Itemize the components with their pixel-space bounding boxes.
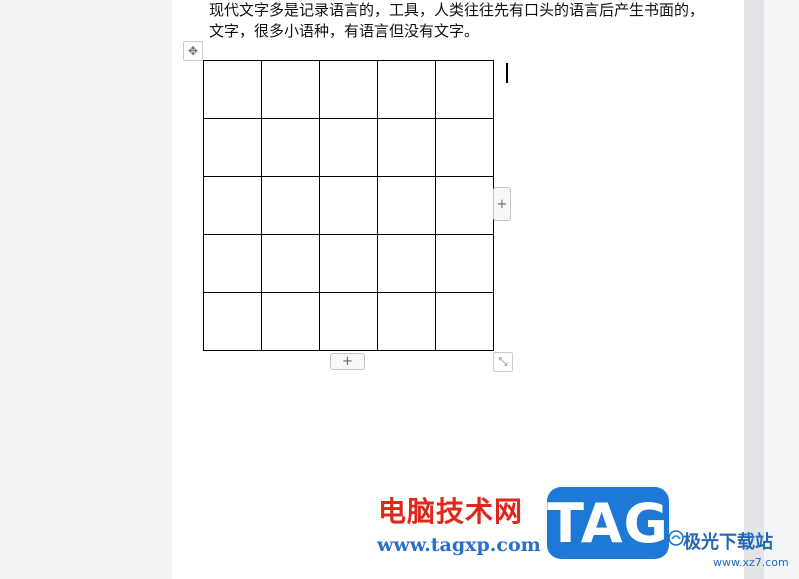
watermark-cn-title: 电脑技术网 — [378, 495, 524, 528]
table-cell[interactable] — [261, 176, 320, 235]
table-row — [203, 60, 494, 119]
body-paragraph[interactable]: 现代文字多是记录语言的，工具，人类往往先有口头的语言后产生书面的，文字，很多小语… — [209, 0, 709, 42]
add-row-button[interactable]: + — [330, 353, 365, 370]
text-cursor — [506, 63, 508, 83]
table-cell[interactable] — [261, 292, 320, 351]
plus-icon: + — [342, 354, 353, 369]
table-cell[interactable] — [435, 234, 494, 293]
table-cell[interactable] — [203, 292, 262, 351]
table-row — [203, 176, 494, 235]
table-row — [203, 292, 494, 351]
table-cell[interactable] — [377, 234, 436, 293]
add-column-button[interactable]: + — [493, 187, 511, 221]
move-cross-icon: ✥ — [187, 44, 199, 58]
table-resize-handle[interactable]: ⤡ — [493, 352, 513, 372]
table-cell[interactable] — [261, 60, 320, 119]
table-cell[interactable] — [377, 118, 436, 177]
table-cell[interactable] — [319, 60, 378, 119]
resize-diagonal-icon: ⤡ — [498, 355, 508, 368]
table-cell[interactable] — [319, 292, 378, 351]
table-cell[interactable] — [435, 292, 494, 351]
table-cell[interactable] — [261, 118, 320, 177]
aurora-logo-icon — [668, 530, 684, 546]
table-cell[interactable] — [203, 118, 262, 177]
table-cell[interactable] — [261, 234, 320, 293]
watermark-site-name: 极光下载站 — [683, 532, 773, 553]
table-cell[interactable] — [377, 176, 436, 235]
watermark-site-url: www.xz7.com — [713, 556, 789, 569]
table-cell[interactable] — [319, 234, 378, 293]
watermark-tag-logo: TAG — [547, 487, 669, 559]
document-scroll-gutter — [744, 0, 764, 579]
table-row — [203, 118, 494, 177]
plus-icon: + — [496, 196, 508, 212]
table-cell[interactable] — [203, 176, 262, 235]
table-cell[interactable] — [435, 60, 494, 119]
table-row — [203, 234, 494, 293]
table-cell[interactable] — [319, 176, 378, 235]
right-panel-background — [764, 0, 799, 579]
table-cell[interactable] — [203, 60, 262, 119]
table-cell[interactable] — [435, 176, 494, 235]
table-cell[interactable] — [377, 60, 436, 119]
table-cell[interactable] — [319, 118, 378, 177]
document-table[interactable] — [203, 60, 494, 351]
table-cell[interactable] — [377, 292, 436, 351]
watermark-url: www.tagxp.com — [377, 534, 541, 556]
table-cell[interactable] — [203, 234, 262, 293]
table-move-handle[interactable]: ✥ — [183, 41, 203, 61]
table-cell[interactable] — [435, 118, 494, 177]
